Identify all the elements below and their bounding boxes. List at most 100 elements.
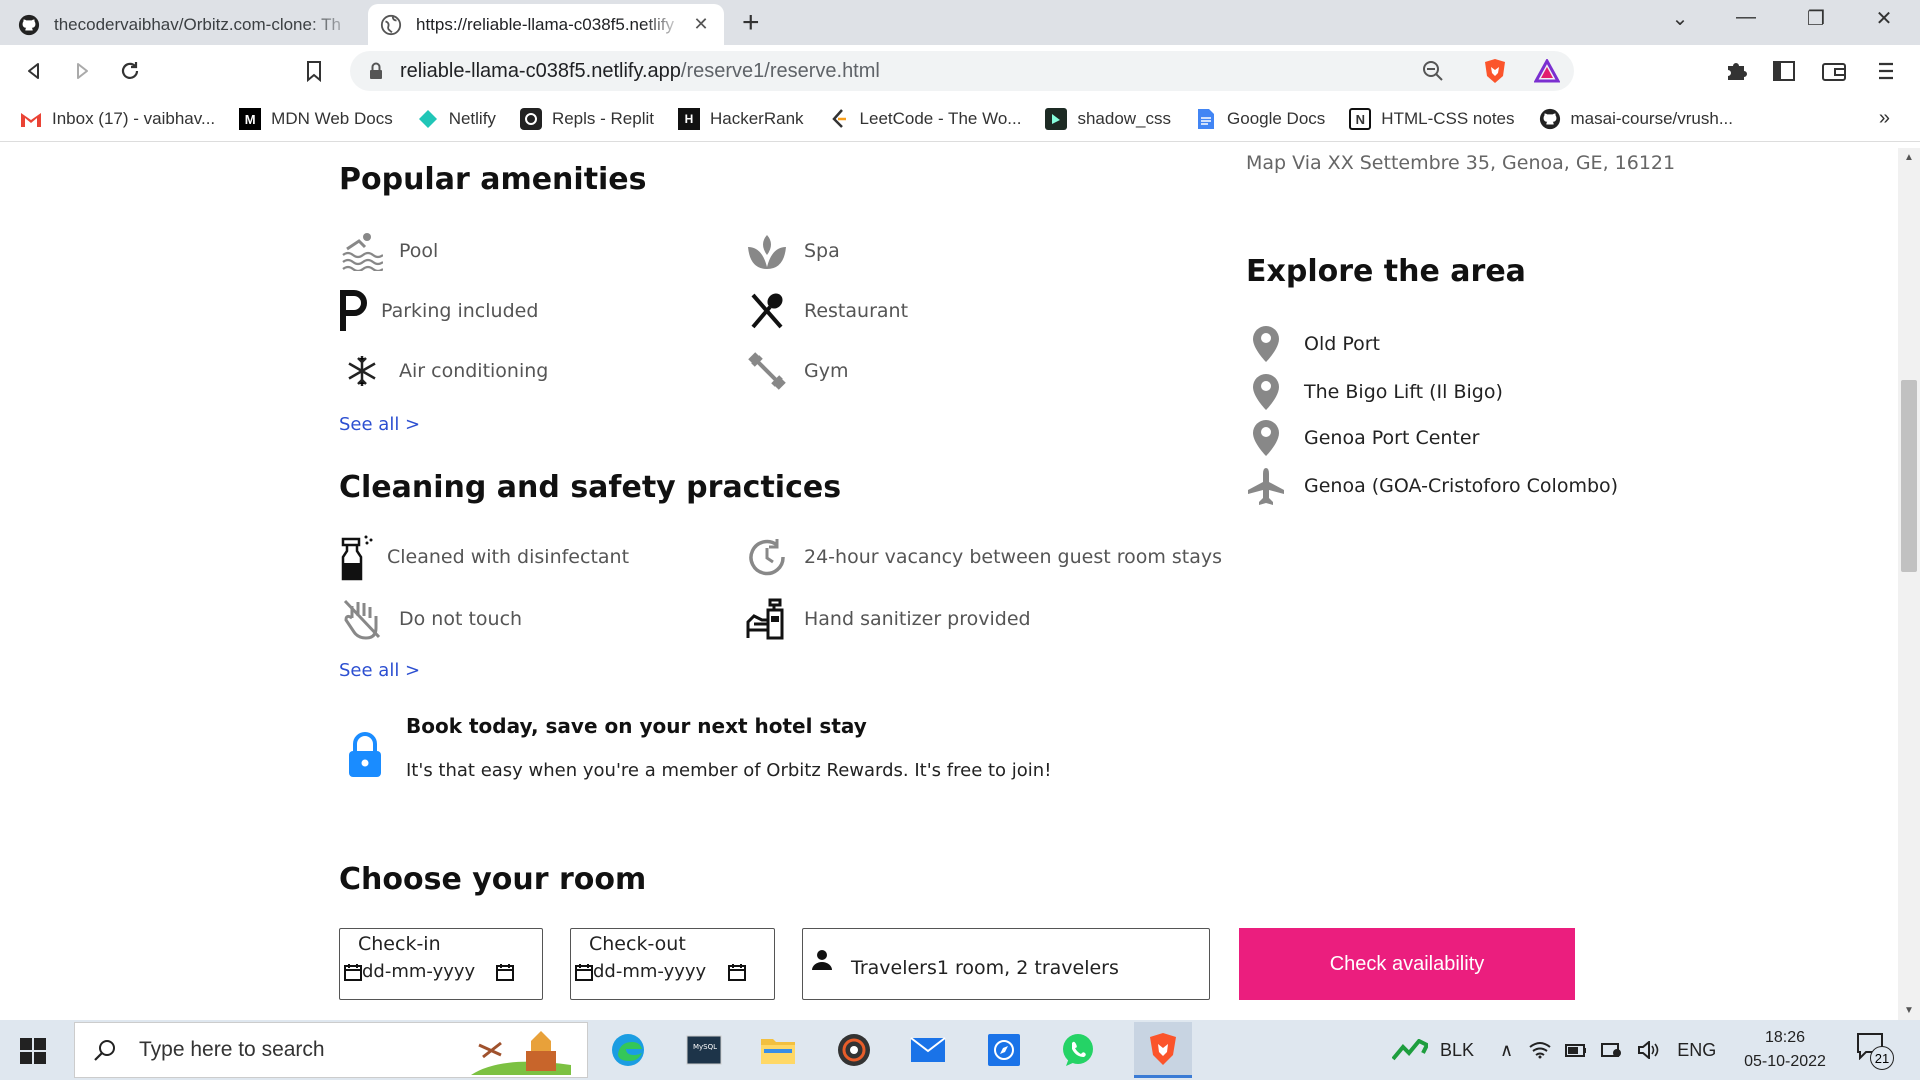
taskbar-brave-active[interactable] [1134,1022,1192,1078]
leetcode-icon [828,108,850,130]
more-bookmarks-button[interactable]: » [1879,107,1890,130]
bookmark-shadow-css[interactable]: shadow_css [1045,108,1171,130]
compass-app-icon [988,1034,1020,1066]
battery-icon[interactable] [1565,1042,1587,1058]
checkout-input[interactable]: dd-mm-yyyy [575,961,706,982]
bookmark-label: HTML-CSS notes [1381,109,1515,128]
amenity-label: Spa [804,240,840,262]
minimize-button[interactable]: — [1726,6,1766,29]
taskbar-file-explorer[interactable] [758,1030,798,1070]
google-docs-icon [1195,108,1217,130]
network-status-icon[interactable] [1601,1041,1623,1059]
bookmark-netlify[interactable]: Netlify [417,108,496,130]
extensions-button[interactable] [1722,57,1750,85]
map-pin-icon [1246,416,1286,460]
cleaning-see-all-link[interactable]: See all > [339,660,420,681]
taskbar-app-blue[interactable] [984,1030,1024,1070]
tab-title: thecodervaibhav/Orbitz.com-clone: Th [54,14,341,34]
taskbar-edge[interactable] [608,1030,648,1070]
wallet-button[interactable] [1820,57,1848,85]
puzzle-icon [1728,63,1747,80]
brave-shield-icon[interactable] [1482,57,1508,85]
bookmark-button[interactable] [300,57,328,85]
bookmark-label: Netlify [448,109,496,128]
restore-button[interactable]: ❐ [1796,6,1836,31]
practice-label: Do not touch [399,608,523,630]
netlify-icon [417,108,439,130]
scroll-down-icon[interactable]: ▼ [1898,1005,1920,1016]
new-tab-button[interactable]: + [742,8,760,38]
bookmark-mdn[interactable]: M MDN Web Docs [239,108,393,130]
show-hidden-icons-icon[interactable]: ∧ [1500,1040,1513,1061]
bookmark-label: Inbox (17) - vaibhav... [52,109,216,128]
taskbar-whatsapp[interactable] [1058,1030,1098,1070]
page-scrollbar[interactable]: ▲ ▼ [1898,148,1920,1020]
calendar-small-icon [575,963,593,981]
calendar-icon[interactable] [728,963,746,981]
close-tab-icon[interactable]: ✕ [690,14,712,35]
notification-center[interactable]: 21 [1856,1032,1896,1072]
tab-reserve-page[interactable]: https://reliable-llama-c038f5.netlify ✕ [368,4,724,45]
bookmark-gmail[interactable]: Inbox (17) - vaibhav... [20,108,215,130]
windows-start-icon[interactable] [20,1038,46,1064]
windows-taskbar: Type here to search MySQL BLK ∧ ENG 18:2… [0,1020,1920,1080]
taskbar-media-player[interactable] [834,1030,874,1070]
scrollbar-thumb[interactable] [1901,380,1917,572]
wifi-icon[interactable] [1529,1041,1551,1059]
lock-icon [370,62,382,79]
explore-heading: Explore the area [1246,254,1526,289]
bookmark-notion[interactable]: N HTML-CSS notes [1349,108,1515,130]
amenity-label: Pool [399,240,439,262]
system-tray-icons: ∧ ENG [1500,1020,1716,1080]
url-path: /reserve1/reserve.html [680,59,880,82]
area-bigo-lift: The Bigo Lift (Il Bigo) [1246,370,1503,414]
amenities-see-all-link[interactable]: See all > [339,414,420,435]
cleaning-heading: Cleaning and safety practices [339,470,842,505]
bookmark-label: MDN Web Docs [271,109,393,128]
bookmark-replit[interactable]: Repls - Replit [519,108,654,130]
menu-button[interactable] [1872,57,1900,85]
checkout-field[interactable]: Check-out dd-mm-yyyy [570,928,775,1000]
address-bar[interactable]: reliable-llama-c038f5.netlify.app/reserv… [350,51,1574,91]
volume-icon[interactable] [1637,1041,1659,1059]
forward-button[interactable] [68,57,96,85]
calendar-icon[interactable] [496,963,514,981]
stock-widget[interactable]: BLK [1392,1020,1474,1080]
taskbar-clock[interactable]: 18:26 05-10-2022 [1740,1026,1830,1074]
brave-rewards-icon[interactable] [1534,59,1560,83]
checkout-placeholder: dd-mm-yyyy [593,961,707,982]
checkin-input[interactable]: dd-mm-yyyy [344,961,475,982]
amenity-gym: Gym [744,348,848,394]
notion-icon: N [1349,108,1372,130]
clock-time: 18:26 [1764,1029,1806,1046]
checkin-field[interactable]: Check-in dd-mm-yyyy [339,928,543,1000]
amenity-label: Air conditioning [399,360,549,382]
bookmark-hackerrank[interactable]: H HackerRank [677,108,804,130]
check-availability-button[interactable]: Check availability [1239,928,1575,1000]
amenity-restaurant: Restaurant [744,288,908,334]
bookmark-leetcode[interactable]: LeetCode - The Wo... [828,108,1021,130]
back-button[interactable] [20,57,48,85]
travelers-field[interactable]: Travelers1 room, 2 travelers [802,928,1210,1000]
taskbar-mail[interactable] [908,1030,948,1070]
tab-github-repo[interactable]: thecodervaibhav/Orbitz.com-clone: Th [6,4,368,45]
spray-bottle-icon [339,534,375,581]
tab-search-icon[interactable]: ⌄ [1660,6,1700,31]
taskbar-mysql[interactable]: MySQL [684,1030,724,1070]
sidebar-button[interactable] [1770,57,1798,85]
amenity-label: Parking included [381,300,539,322]
gmail-icon [20,108,42,130]
bookmark-label: masai-course/vrush... [1570,109,1734,128]
taskbar-search[interactable]: Type here to search [74,1022,588,1078]
close-window-button[interactable]: ✕ [1864,6,1904,31]
amenity-label: Gym [804,360,849,382]
reload-button[interactable] [116,57,144,85]
language-indicator[interactable]: ENG [1677,1040,1716,1061]
amenity-air-conditioning: Air conditioning [339,348,548,394]
rewards-promo-text: It's that easy when you're a member of O… [406,760,1052,781]
practice-vacancy: 24-hour vacancy between guest room stays [744,534,1222,580]
zoom-icon[interactable] [1422,60,1444,82]
bookmark-google-docs[interactable]: Google Docs [1195,108,1325,130]
scroll-up-icon[interactable]: ▲ [1898,152,1920,163]
bookmark-github[interactable]: masai-course/vrush... [1539,108,1734,130]
